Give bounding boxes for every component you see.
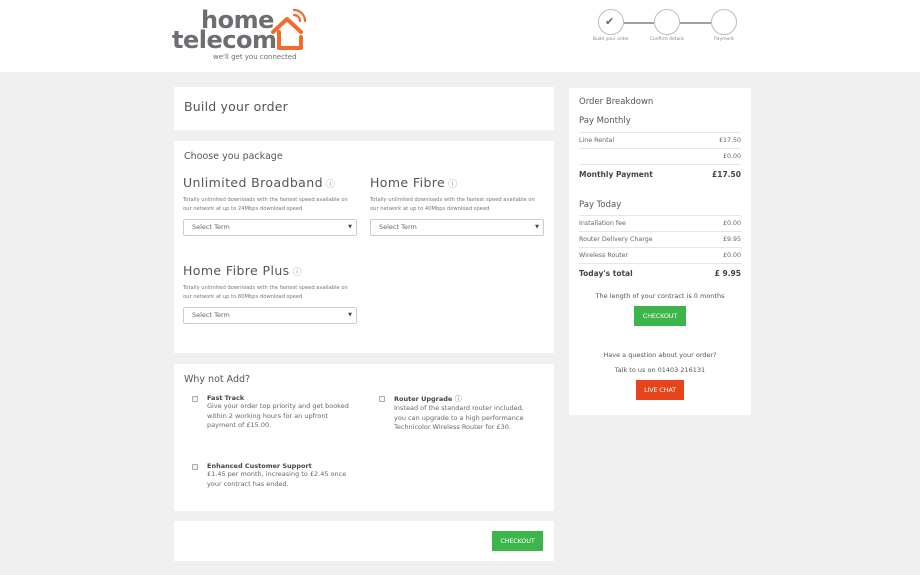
breakdown-row: Router Delivery Charge £9.95 xyxy=(579,231,741,247)
checkout-button[interactable]: CHECKOUT xyxy=(492,531,543,551)
caret-down-icon: ▼ xyxy=(535,224,539,230)
step-payment xyxy=(711,9,737,35)
package-home-fibre: Home Fibre ⓘ Totally unlimited downloads … xyxy=(370,175,545,236)
addon-description: Give your order top priority and get boo… xyxy=(207,402,349,429)
pay-today-heading: Pay Today xyxy=(579,200,622,210)
house-wifi-icon xyxy=(271,8,306,50)
addon-title: Router Upgrade ⓘ xyxy=(394,395,462,403)
enhanced-support-checkbox[interactable] xyxy=(192,464,198,470)
breakdown-row: Line Rental £17.50 xyxy=(579,132,741,148)
breakdown-row: Installation fee £0.00 xyxy=(579,215,741,231)
addon-description: Instead of the standard router included,… xyxy=(394,404,524,431)
logo-tagline: we'll get you connected xyxy=(213,53,297,61)
addons-heading: Why not Add? xyxy=(184,374,251,385)
package-description: Totally unlimited downloads with the fas… xyxy=(370,197,535,212)
package-selection-card: Choose you package Unlimited Broadband ⓘ … xyxy=(174,141,554,353)
progress-connector xyxy=(680,22,711,24)
info-icon[interactable]: ⓘ xyxy=(293,268,302,278)
addon-enhanced-support: Enhanced Customer Support £1.45 per mont… xyxy=(192,462,357,489)
info-icon[interactable]: ⓘ xyxy=(455,395,462,403)
contract-length-text: The length of your contract is 0 months xyxy=(595,292,725,300)
package-name: Home Fibre Plus ⓘ xyxy=(183,263,302,278)
step-label: Payment xyxy=(714,37,734,42)
addons-card: Why not Add? Fast Track Give your order … xyxy=(174,364,554,511)
sidebar-checkout-button[interactable]: CHECKOUT xyxy=(634,306,686,326)
step-confirm-details xyxy=(654,9,680,35)
check-icon: ✔ xyxy=(605,15,615,28)
breakdown-row: Wireless Router £0.00 xyxy=(579,247,741,263)
addon-router-upgrade: Router Upgrade ⓘ Instead of the standard… xyxy=(379,394,534,433)
package-unlimited-broadband: Unlimited Broadband ⓘ Totally unlimited d… xyxy=(183,175,358,236)
order-breakdown-title: Order Breakdown xyxy=(579,97,654,107)
info-icon[interactable]: ⓘ xyxy=(448,180,457,190)
page-title: Build your order xyxy=(184,99,288,114)
packages-heading: Choose you package xyxy=(184,151,283,162)
home-telecom-logo[interactable]: home telecom we'll get you connected xyxy=(172,7,312,66)
package-description: Totally unlimited downloads with the fas… xyxy=(183,197,348,212)
checkout-progress: ✔ Build your order Confirm details Payme… xyxy=(592,9,744,49)
step-label: Confirm details xyxy=(649,37,685,42)
term-select[interactable]: Select Term ▼ xyxy=(183,307,357,324)
phone-text: Talk to us on 01403 216131 xyxy=(614,366,706,374)
addon-description: £1.45 per month, increasing to £2.45 onc… xyxy=(207,470,347,488)
question-text: Have a question about your order? xyxy=(603,351,717,359)
logo-word-telecom: telecom xyxy=(172,26,277,54)
router-upgrade-checkbox[interactable] xyxy=(379,396,385,402)
order-breakdown-card: Order Breakdown Pay Monthly Line Rental … xyxy=(569,88,751,415)
breakdown-row: £0.00 xyxy=(579,148,741,164)
addon-fast-track: Fast Track Give your order top priority … xyxy=(192,394,357,431)
fast-track-checkbox[interactable] xyxy=(192,396,198,402)
package-description: Totally unlimited downloads with the fas… xyxy=(183,285,348,300)
step-build-order: ✔ xyxy=(598,9,624,35)
addon-title: Fast Track xyxy=(207,394,245,402)
checkout-footer-card: CHECKOUT xyxy=(174,521,554,561)
package-name: Unlimited Broadband ⓘ xyxy=(183,175,336,190)
caret-down-icon: ▼ xyxy=(348,312,352,318)
term-select[interactable]: Select Term ▼ xyxy=(370,219,544,236)
term-select[interactable]: Select Term ▼ xyxy=(183,219,357,236)
page-title-card: Build your order xyxy=(174,87,554,130)
caret-down-icon: ▼ xyxy=(348,224,352,230)
addon-title: Enhanced Customer Support xyxy=(207,462,312,470)
pay-monthly-heading: Pay Monthly xyxy=(579,116,631,126)
package-home-fibre-plus: Home Fibre Plus ⓘ Totally unlimited downl… xyxy=(183,263,358,324)
info-icon[interactable]: ⓘ xyxy=(326,180,335,190)
progress-connector xyxy=(620,22,654,24)
live-chat-button[interactable]: LIVE CHAT xyxy=(636,380,684,400)
step-label: Build your order xyxy=(592,37,630,42)
site-header: home telecom we'll get you connected ✔ B… xyxy=(0,0,920,72)
monthly-total-row: Monthly Payment £17.50 xyxy=(579,164,741,182)
today-total-row: Today's total £ 9.95 xyxy=(579,263,741,281)
package-name: Home Fibre ⓘ xyxy=(370,175,458,190)
